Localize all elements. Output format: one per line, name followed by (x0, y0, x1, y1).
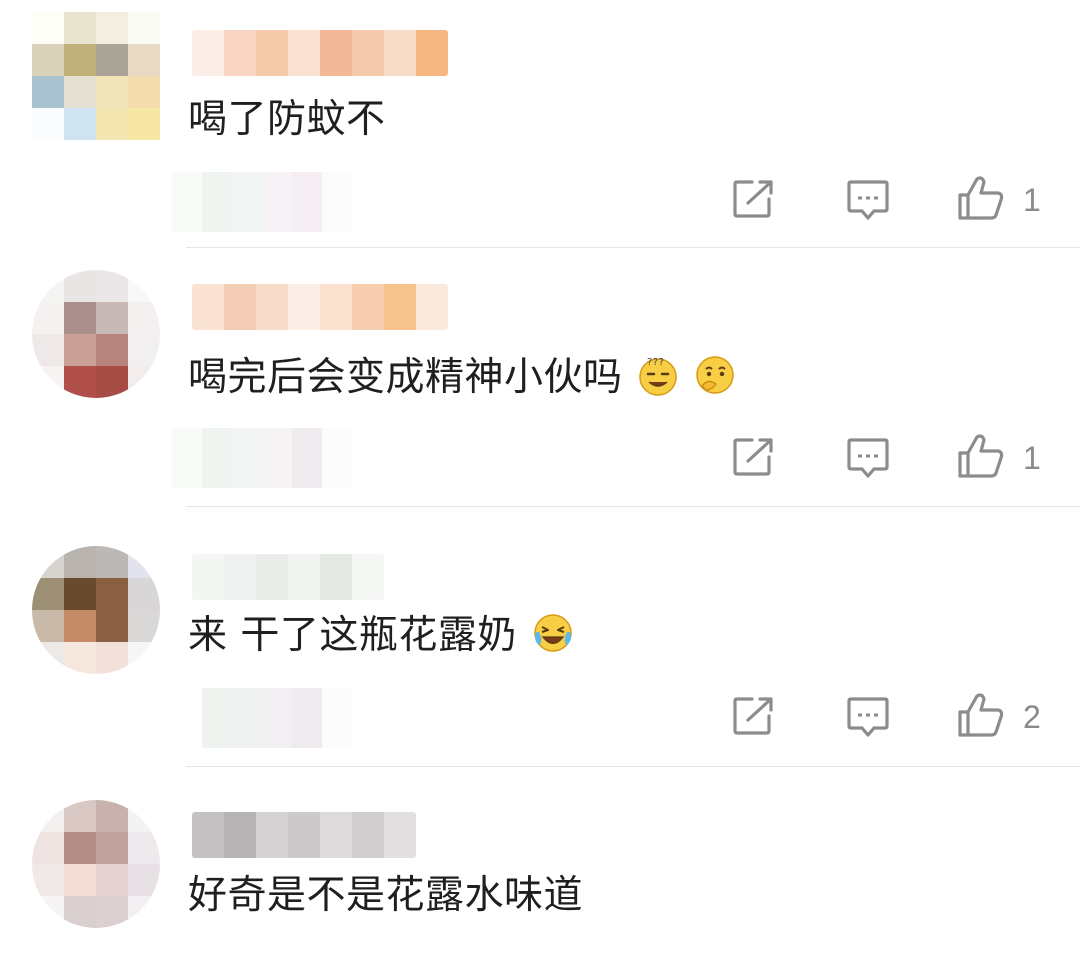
share-icon[interactable] (732, 179, 776, 219)
divider (186, 247, 1080, 248)
divider (186, 766, 1080, 767)
comment-text-content: 来 干了这瓶花露奶 (188, 613, 517, 658)
dizzy-face-icon: ??? (639, 357, 678, 396)
share-icon[interactable] (732, 696, 776, 736)
comment-meta (172, 428, 352, 488)
reply-icon[interactable] (847, 437, 889, 479)
like-count: 1 (1023, 440, 1041, 476)
thumbs-up-icon[interactable] (957, 175, 1005, 221)
divider (186, 506, 1080, 507)
comment-text-content: 好奇是不是花露水味道 (188, 873, 584, 918)
avatar[interactable] (32, 270, 160, 398)
username[interactable] (192, 554, 384, 600)
username[interactable] (192, 284, 448, 330)
share-icon[interactable] (732, 437, 776, 477)
thinking-face-icon (696, 356, 735, 394)
like-count: 1 (1023, 182, 1041, 218)
comment-text-content: 喝了防蚊不 (188, 97, 386, 142)
thumbs-up-icon[interactable] (957, 433, 1005, 479)
username[interactable] (192, 812, 416, 858)
comment-meta (172, 172, 352, 232)
thumbs-up-icon[interactable] (957, 692, 1005, 738)
comment-text: 喝了防蚊不 (188, 94, 386, 146)
comment-meta (172, 688, 352, 748)
laughing-crying-face-icon (534, 614, 572, 652)
reply-icon[interactable] (847, 179, 889, 221)
svg-text:???: ??? (647, 357, 664, 368)
comment-text: 喝完后会变成精神小伙吗 ??? (188, 352, 736, 404)
comment-text: 好奇是不是花露水味道 (188, 870, 583, 922)
username[interactable] (192, 30, 448, 76)
avatar[interactable] (32, 12, 160, 140)
like-count: 2 (1023, 699, 1041, 735)
avatar[interactable] (32, 800, 160, 928)
avatar[interactable] (32, 546, 160, 674)
comment-text-content: 喝完后会变成精神小伙吗 (188, 355, 623, 400)
reply-icon[interactable] (847, 696, 889, 738)
comment-text: 来 干了这瓶花露奶 (188, 610, 574, 662)
